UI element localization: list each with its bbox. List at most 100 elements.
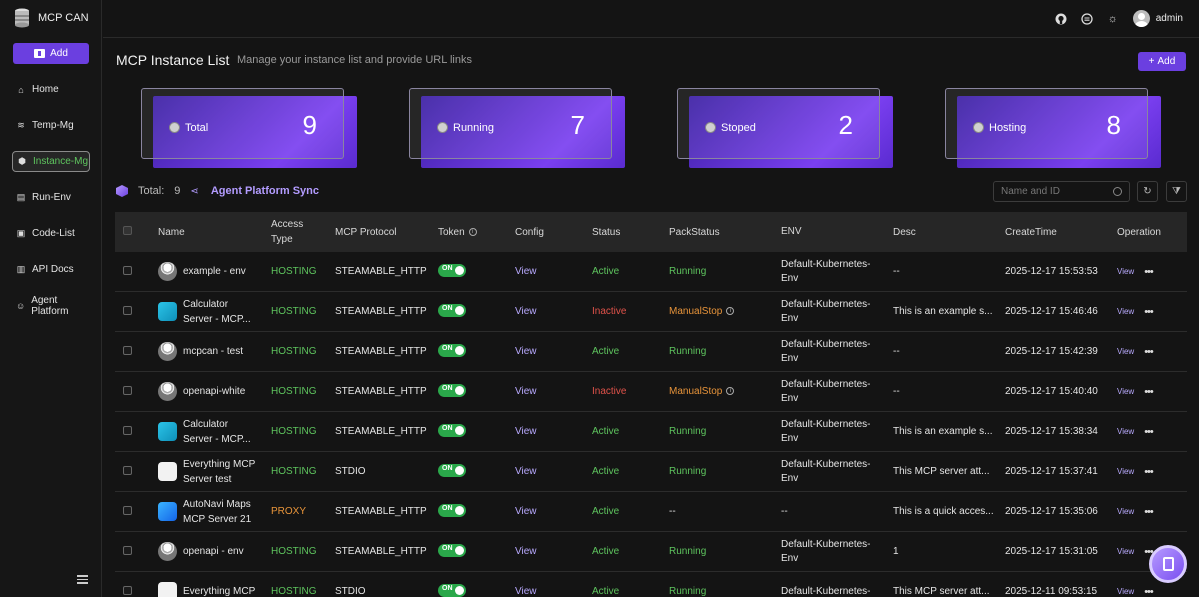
row-checkbox[interactable] — [123, 305, 132, 315]
token-toggle[interactable]: ON — [438, 383, 466, 397]
token-toggle[interactable]: ON — [438, 503, 466, 517]
view-button[interactable]: View — [1117, 467, 1134, 476]
pack-status: Running — [669, 546, 707, 557]
more-icon[interactable]: ••• — [1144, 466, 1154, 478]
sidebar-item-api-docs[interactable]: ▥ API Docs — [12, 259, 90, 280]
more-icon[interactable]: ••• — [1144, 346, 1154, 358]
config-view-link[interactable]: View — [515, 346, 592, 357]
config-view-link[interactable]: View — [515, 386, 592, 397]
sidebar-item-label: Agent Platform — [31, 294, 69, 317]
more-icon[interactable]: ••• — [1144, 306, 1154, 318]
config-view-link[interactable]: View — [515, 266, 592, 277]
refresh-button[interactable]: ↻ — [1137, 181, 1158, 202]
row-checkbox[interactable] — [123, 265, 132, 275]
info-icon[interactable]: i — [726, 307, 735, 316]
token-toggle[interactable]: ON — [438, 423, 466, 437]
view-button[interactable]: View — [1117, 267, 1134, 276]
instance-name[interactable]: mcpcan - test — [183, 344, 243, 359]
search-input[interactable] — [1001, 186, 1111, 197]
view-button[interactable]: View — [1117, 427, 1134, 436]
config-view-link[interactable]: View — [515, 586, 592, 597]
operation-cell: View ••• — [1117, 506, 1187, 518]
row-checkbox[interactable] — [123, 385, 132, 395]
sidebar-item-home[interactable]: ⌂ Home — [12, 79, 90, 100]
sidebar-add-button[interactable]: Add — [13, 43, 89, 64]
info-icon[interactable]: i — [726, 387, 735, 396]
theme-sun-icon[interactable]: ☼ — [1107, 13, 1119, 25]
description: -- — [893, 346, 900, 357]
db-server-icon — [158, 382, 177, 401]
column-filter-button[interactable]: ⧩ — [1166, 181, 1187, 202]
row-checkbox[interactable] — [123, 345, 132, 355]
more-icon[interactable]: ••• — [1144, 426, 1154, 438]
instance-name[interactable]: Calculator Server - MCP... — [183, 417, 251, 447]
box-icon: ⬢ — [18, 156, 26, 166]
config-view-link[interactable]: View — [515, 506, 592, 517]
sidebar-item-agent-platform[interactable]: ☺ Agent Platform — [12, 294, 90, 317]
config-view-link[interactable]: View — [515, 466, 592, 477]
github-icon[interactable] — [1055, 13, 1067, 25]
instance-name[interactable]: openapi-white — [183, 384, 245, 399]
row-checkbox[interactable] — [123, 585, 132, 595]
instance-name[interactable]: Everything MCP Server test — [183, 457, 255, 487]
plus-icon: + — [1148, 56, 1155, 67]
terminal-icon: ▣ — [16, 228, 26, 238]
token-toggle[interactable]: ON — [438, 303, 466, 317]
view-button[interactable]: View — [1117, 547, 1134, 556]
token-toggle[interactable]: ON — [438, 583, 466, 597]
more-icon[interactable]: ••• — [1144, 386, 1154, 398]
create-time: 2025-12-17 15:46:46 — [1005, 306, 1098, 317]
select-all-checkbox[interactable] — [123, 226, 132, 235]
more-icon[interactable]: ••• — [1144, 266, 1154, 278]
logo-icon — [15, 8, 29, 28]
protocol: STDIO — [335, 586, 366, 597]
info-icon[interactable]: i — [468, 227, 477, 236]
collapse-menu-icon[interactable] — [77, 575, 88, 584]
token-toggle[interactable]: ON — [438, 263, 466, 277]
instance-name[interactable]: Everything MCP — [183, 584, 255, 597]
view-button[interactable]: View — [1117, 587, 1134, 596]
sidebar-nav: ⌂ Home ≋ Temp-Mg ⬢ Instance-Mg ▤ Run-Env… — [0, 79, 102, 331]
instance-name[interactable]: Calculator Server - MCP... — [183, 297, 251, 327]
row-checkbox[interactable] — [123, 545, 132, 555]
view-button[interactable]: View — [1117, 387, 1134, 396]
view-button[interactable]: View — [1117, 307, 1134, 316]
token-toggle[interactable]: ON — [438, 343, 466, 357]
row-checkbox[interactable] — [123, 425, 132, 435]
view-button[interactable]: View — [1117, 347, 1134, 356]
page-subtitle: Manage your instance list and provide UR… — [237, 54, 472, 66]
instance-name[interactable]: openapi - env — [183, 544, 244, 559]
token-toggle[interactable]: ON — [438, 543, 466, 557]
add-instance-button[interactable]: + Add — [1138, 52, 1186, 71]
search-icon[interactable] — [1113, 187, 1122, 196]
config-view-link[interactable]: View — [515, 546, 592, 557]
help-docs-button[interactable] — [1149, 545, 1187, 583]
row-select-cell — [115, 345, 158, 358]
sidebar-item-code-list[interactable]: ▣ Code-List — [12, 223, 90, 244]
avatar[interactable] — [1132, 10, 1150, 27]
sidebar-item-instance-mg[interactable]: ⬢ Instance-Mg — [12, 151, 90, 172]
brand[interactable]: MCP CAN — [0, 0, 101, 36]
toggle-label: ON — [442, 264, 453, 272]
config-view-link[interactable]: View — [515, 426, 592, 437]
operation-cell: View ••• — [1117, 266, 1187, 278]
amap-server-icon — [158, 502, 177, 521]
instance-name[interactable]: AutoNavi Maps MCP Server 21 — [183, 497, 251, 527]
description: This is an example s... — [893, 426, 993, 437]
row-checkbox[interactable] — [123, 465, 132, 475]
sidebar-item-temp-mg[interactable]: ≋ Temp-Mg — [12, 115, 90, 136]
view-button[interactable]: View — [1117, 507, 1134, 516]
more-icon[interactable]: ••• — [1144, 586, 1154, 597]
username[interactable]: admin — [1156, 13, 1183, 24]
token-toggle[interactable]: ON — [438, 463, 466, 477]
env: Default-Kubernetes- Env — [781, 258, 871, 284]
translate-icon[interactable] — [1081, 12, 1093, 25]
more-icon[interactable]: ••• — [1144, 506, 1154, 518]
create-time: 2025-12-17 15:37:41 — [1005, 466, 1098, 477]
agent-platform-sync-link[interactable]: Agent Platform Sync — [211, 185, 319, 197]
config-view-link[interactable]: View — [515, 306, 592, 317]
instance-name[interactable]: example - env — [183, 264, 246, 279]
row-checkbox[interactable] — [123, 505, 132, 515]
operation-cell: View ••• — [1117, 586, 1187, 597]
sidebar-item-run-env[interactable]: ▤ Run-Env — [12, 187, 90, 208]
